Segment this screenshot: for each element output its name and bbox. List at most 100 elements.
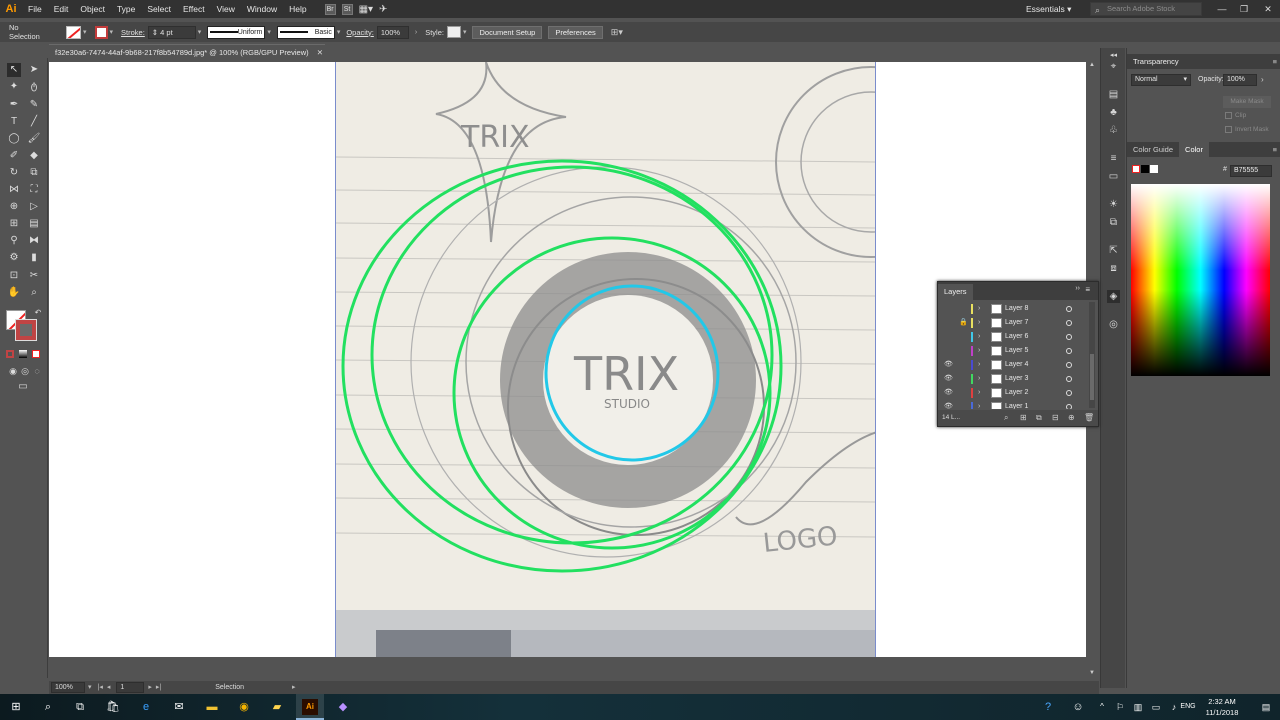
slice-tool-icon[interactable]: ✂ xyxy=(27,269,41,283)
scale-tool-icon[interactable]: ⧉ xyxy=(27,166,41,180)
layer-row[interactable]: › Layer 6 xyxy=(938,330,1088,344)
expand-arrow-icon[interactable]: › xyxy=(978,302,980,316)
variable-width-profile[interactable]: Uniform xyxy=(207,25,266,39)
line-tool-icon[interactable]: ╱ xyxy=(27,115,41,129)
graphic-styles-icon[interactable]: ⧉ xyxy=(1107,216,1120,229)
workspace-switcher[interactable]: Essentials ▾ xyxy=(1026,2,1082,16)
screen-mode-icon[interactable]: ▭ xyxy=(16,380,30,394)
zoom-tool-icon[interactable]: ⌕ xyxy=(27,286,41,300)
make-clipping-mask-icon[interactable]: ⧉ xyxy=(1036,410,1042,426)
target-circle-icon[interactable] xyxy=(1066,320,1072,326)
store-icon[interactable]: 🛍 xyxy=(105,699,121,715)
symbol-sprayer-tool-icon[interactable]: ⚙ xyxy=(7,251,21,265)
layer-row[interactable]: 👁 › Layer 3 xyxy=(938,372,1088,386)
first-artboard-icon[interactable]: |◂ xyxy=(98,681,103,694)
stroke-weight-field[interactable]: ⇕ 4 pt xyxy=(147,25,196,39)
graph-tool-icon[interactable]: ▮ xyxy=(27,251,41,265)
stroke-swatch[interactable] xyxy=(94,25,108,39)
layer-name[interactable]: Layer 2 xyxy=(1005,386,1028,400)
close-tab-icon[interactable]: ✕ xyxy=(317,45,323,60)
gradient-mode-icon[interactable] xyxy=(19,350,27,358)
minimize-button[interactable]: — xyxy=(1212,0,1232,18)
tab-color[interactable]: Color xyxy=(1179,142,1209,157)
panel-menu-icon[interactable]: ≡ xyxy=(1273,54,1277,69)
chevron-down-icon[interactable]: ▾ xyxy=(110,28,114,36)
transparency-panel-header[interactable]: Transparency ≡ xyxy=(1127,54,1280,69)
lasso-tool-icon[interactable]: ტ xyxy=(27,80,41,94)
artboards-icon[interactable]: ⧈ xyxy=(1107,262,1120,275)
status-arrow-icon[interactable]: ▸ xyxy=(292,681,296,694)
tray-chevron-icon[interactable]: ^ xyxy=(1094,699,1110,715)
windows-start-icon[interactable]: ⊞ xyxy=(8,699,24,715)
layer-row[interactable]: 🔒 › Layer 7 xyxy=(938,316,1088,330)
zoom-field[interactable]: 100% xyxy=(51,682,85,693)
target-circle-icon[interactable] xyxy=(1066,404,1072,409)
search-stock-input[interactable]: ⌕ Search Adobe Stock xyxy=(1090,2,1202,16)
make-mask-button[interactable]: Make Mask xyxy=(1223,96,1271,108)
target-circle-icon[interactable] xyxy=(1066,390,1072,396)
perspective-grid-tool-icon[interactable]: ▷ xyxy=(27,200,41,214)
trash-icon[interactable]: 🗑 xyxy=(1084,410,1094,426)
expand-arrow-icon[interactable]: › xyxy=(978,330,980,344)
expand-arrow-icon[interactable]: › xyxy=(978,358,980,372)
hand-tool-icon[interactable]: ✋ xyxy=(7,286,21,300)
target-circle-icon[interactable] xyxy=(1066,362,1072,368)
placed-image-artboard[interactable]: TRIX TRIX STUDIO LOGO xyxy=(335,62,876,657)
menu-edit[interactable]: Edit xyxy=(48,0,75,18)
menu-effect[interactable]: Effect xyxy=(177,0,211,18)
task-view-icon[interactable]: ⧉ xyxy=(72,699,88,715)
width-tool-icon[interactable]: ⋈ xyxy=(7,183,21,197)
menu-view[interactable]: View xyxy=(211,0,241,18)
expand-arrow-icon[interactable]: › xyxy=(978,386,980,400)
current-tool-status[interactable]: Selection xyxy=(215,681,244,694)
align-options-icon[interactable]: ⊞▾ xyxy=(611,27,623,38)
links-icon[interactable]: ◎ xyxy=(1107,318,1120,331)
battery-icon[interactable]: ▭ xyxy=(1148,699,1164,715)
color-mode-icon[interactable] xyxy=(6,350,14,358)
expand-arrow-icon[interactable]: › xyxy=(978,400,980,409)
search-icon[interactable]: ⌕ xyxy=(1004,410,1008,426)
shape-builder-tool-icon[interactable]: ⊕ xyxy=(7,200,21,214)
visibility-eye-icon[interactable]: 👁 xyxy=(944,358,953,372)
last-artboard-icon[interactable]: ▸| xyxy=(156,681,161,694)
next-artboard-icon[interactable]: ▸ xyxy=(148,681,152,694)
chevron-down-icon[interactable]: ▾ xyxy=(198,28,202,36)
clip-checkbox[interactable] xyxy=(1225,112,1232,119)
search-icon[interactable]: ⌕ xyxy=(40,699,56,715)
blend-tool-icon[interactable]: ⧓ xyxy=(27,234,41,248)
notification-icon[interactable]: ⚐ xyxy=(1112,699,1128,715)
network-icon[interactable]: ▥ xyxy=(1130,699,1146,715)
selection-tool-icon[interactable]: ↖ xyxy=(7,63,21,77)
menu-file[interactable]: File xyxy=(22,0,48,18)
edge-icon[interactable]: e xyxy=(138,699,154,715)
menu-type[interactable]: Type xyxy=(111,0,141,18)
chevron-down-icon[interactable]: ▾ xyxy=(83,28,87,36)
layers-scrollbar[interactable] xyxy=(1089,302,1095,408)
menu-window[interactable]: Window xyxy=(241,0,283,18)
restore-button[interactable]: ❐ xyxy=(1234,0,1254,18)
file-explorer-icon[interactable]: ▬ xyxy=(204,699,220,715)
layer-row[interactable]: 👁 › Layer 2 xyxy=(938,386,1088,400)
color-spectrum[interactable] xyxy=(1131,184,1270,376)
menu-select[interactable]: Select xyxy=(141,0,177,18)
preferences-button[interactable]: Preferences xyxy=(548,25,603,39)
pen-tool-icon[interactable]: ✒ xyxy=(7,98,21,112)
target-circle-icon[interactable] xyxy=(1066,376,1072,382)
menu-help[interactable]: Help xyxy=(283,0,312,18)
visibility-eye-icon[interactable]: 👁 xyxy=(944,372,953,386)
chrome-icon[interactable]: ◉ xyxy=(236,699,252,715)
layer-name[interactable]: Layer 1 xyxy=(1005,400,1028,409)
arrange-documents-icon[interactable]: ▦▾ xyxy=(359,4,373,15)
people-icon[interactable]: ☺ xyxy=(1070,699,1086,715)
gpu-performance-icon[interactable]: ✈ xyxy=(379,4,387,15)
document-setup-button[interactable]: Document Setup xyxy=(472,25,543,39)
shaper-tool-icon[interactable]: ✐ xyxy=(7,149,21,163)
chevron-right-icon[interactable]: › xyxy=(1261,75,1264,84)
app-logo[interactable]: Ai xyxy=(0,0,22,18)
eraser-tool-icon[interactable]: ◆ xyxy=(27,149,41,163)
transparency-opacity-field[interactable]: 100% xyxy=(1223,74,1257,86)
document-tab[interactable]: f32e30a6-7474-44af-9b68-217f8b54789d.jpg… xyxy=(49,44,325,59)
expand-arrow-icon[interactable]: › xyxy=(978,344,980,358)
layer-row[interactable]: › Layer 8 xyxy=(938,302,1088,316)
sticky-notes-icon[interactable]: ▰ xyxy=(269,699,285,715)
